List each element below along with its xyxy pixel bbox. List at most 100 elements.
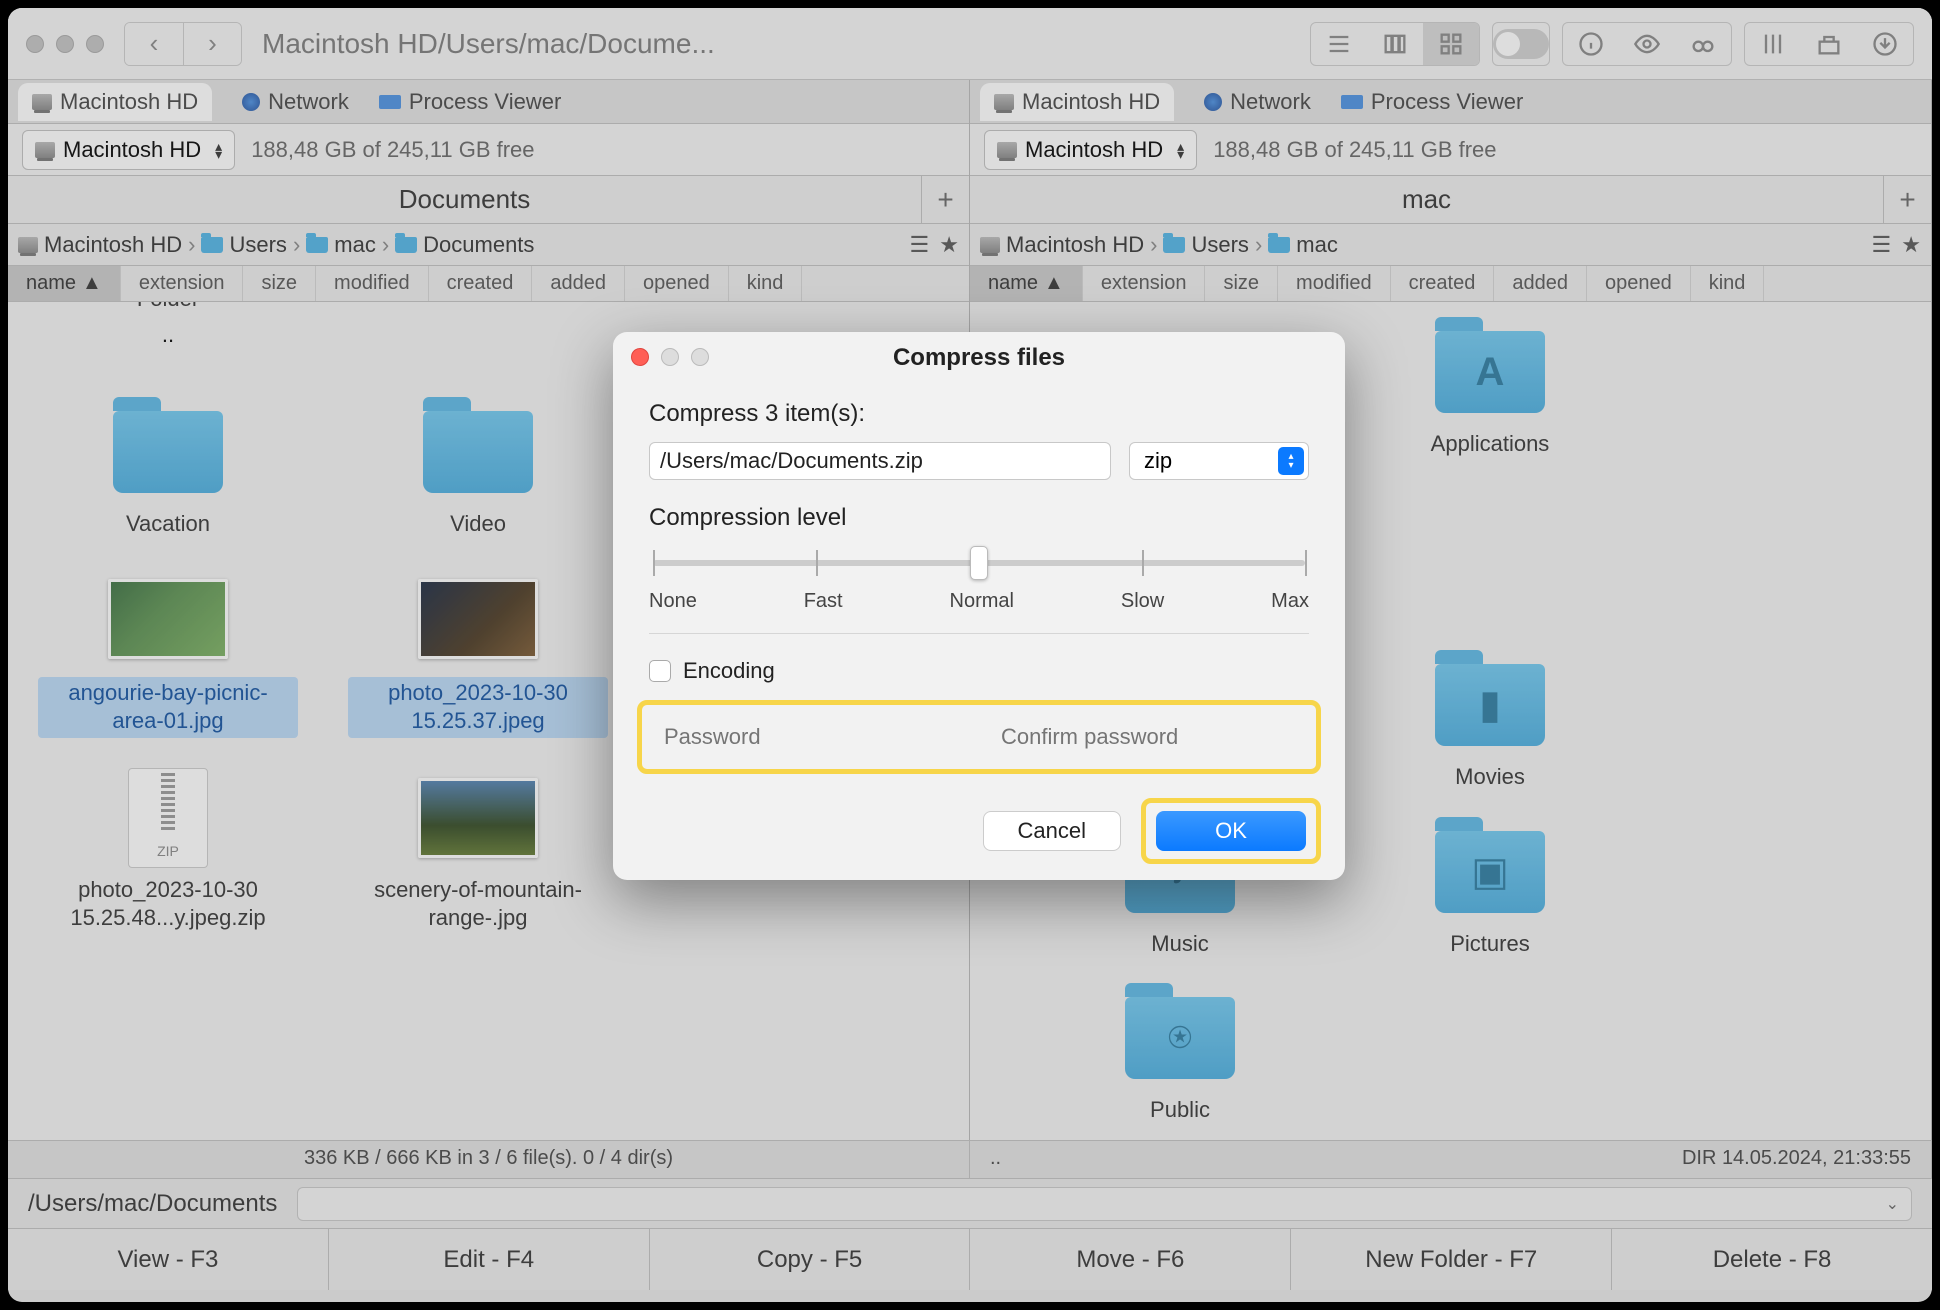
titlebar: ‹ › Macintosh HD/Users/mac/Docume...	[8, 8, 1932, 80]
disk-icon	[994, 94, 1014, 110]
breadcrumb: Macintosh HD› Users› mac ☰★	[970, 224, 1931, 266]
up-label: Folder	[137, 302, 199, 312]
compression-level-label: Compression level	[649, 504, 1309, 532]
cancel-button[interactable]: Cancel	[983, 811, 1121, 851]
volume-selector[interactable]: Macintosh HD▴▾	[22, 130, 235, 170]
file-item[interactable]: angourie-bay-picnic-area-01.jpg	[18, 569, 318, 738]
column-added[interactable]: added	[1494, 266, 1587, 301]
close-window-icon[interactable]	[26, 35, 44, 53]
file-item[interactable]: Video	[328, 402, 628, 539]
encoding-checkbox[interactable]	[649, 660, 671, 682]
password-highlight-box	[637, 700, 1321, 774]
folder-icon: ▣	[1435, 831, 1545, 913]
menu-icon[interactable]: ☰	[910, 232, 930, 258]
divider	[649, 633, 1309, 634]
column-created[interactable]: created	[429, 266, 533, 301]
file-item[interactable]: AApplications	[1340, 322, 1640, 459]
favorite-tab-network[interactable]: Network	[242, 89, 349, 115]
column-added[interactable]: added	[532, 266, 625, 301]
forward-button[interactable]: ›	[183, 23, 241, 65]
column-opened[interactable]: opened	[1587, 266, 1691, 301]
column-size[interactable]: size	[243, 266, 316, 301]
view-icons-icon[interactable]	[1423, 23, 1479, 65]
minimize-window-icon[interactable]	[56, 35, 74, 53]
file-item[interactable]: scenery-of-mountain-range-.jpg	[328, 768, 628, 933]
column-extension[interactable]: extension	[1083, 266, 1206, 301]
view-list-icon[interactable]	[1311, 23, 1367, 65]
fn-edit-button[interactable]: Edit - F4	[329, 1229, 650, 1290]
ok-button[interactable]: OK	[1156, 811, 1306, 851]
laptop-icon	[1341, 95, 1363, 109]
minimize-dialog-icon	[661, 348, 679, 366]
compression-slider[interactable]	[653, 560, 1305, 566]
format-selector[interactable]: zip	[1129, 442, 1309, 480]
column-kind[interactable]: kind	[729, 266, 803, 301]
binoculars-icon[interactable]	[1675, 23, 1731, 65]
nav-arrows: ‹ ›	[124, 22, 242, 66]
back-button[interactable]: ‹	[125, 23, 183, 65]
encoding-label: Encoding	[683, 658, 775, 684]
favorite-tab-macintosh-hd[interactable]: Macintosh HD	[980, 83, 1174, 121]
new-tab-button[interactable]: +	[1883, 176, 1931, 223]
file-item[interactable]: Vacation	[18, 402, 318, 539]
fn-move-button[interactable]: Move - F6	[970, 1229, 1291, 1290]
folder-icon: ⍟	[1125, 997, 1235, 1079]
preview-icon[interactable]	[1619, 23, 1675, 65]
disk-icon	[35, 142, 55, 158]
column-size[interactable]: size	[1205, 266, 1278, 301]
fn-copy-button[interactable]: Copy - F5	[650, 1229, 971, 1290]
zoom-dialog-icon	[691, 348, 709, 366]
zip-archive-icon: ZIP	[128, 768, 208, 868]
download-icon[interactable]	[1857, 23, 1913, 65]
close-dialog-icon[interactable]	[631, 348, 649, 366]
info-icon[interactable]	[1563, 23, 1619, 65]
globe-icon	[1204, 93, 1222, 111]
password-input[interactable]	[654, 715, 967, 759]
favorite-tab-process-viewer[interactable]: Process Viewer	[379, 89, 561, 115]
confirm-password-input[interactable]	[991, 715, 1304, 759]
file-item[interactable]: ⍟Public	[1030, 988, 1330, 1125]
star-icon[interactable]: ★	[939, 232, 959, 258]
globe-icon	[242, 93, 260, 111]
file-item[interactable]: ▣Pictures	[1340, 822, 1640, 959]
window-traffic-lights[interactable]	[26, 35, 104, 53]
favorite-tab-macintosh-hd[interactable]: Macintosh HD	[18, 83, 212, 121]
new-tab-button[interactable]: +	[921, 176, 969, 223]
disk-icon	[980, 237, 1000, 253]
star-icon[interactable]: ★	[1901, 232, 1921, 258]
menu-icon[interactable]: ☰	[1872, 232, 1892, 258]
slider-thumb[interactable]	[970, 546, 988, 580]
file-item[interactable]: photo_2023-10-30 15.25.37.jpeg	[328, 569, 628, 738]
column-opened[interactable]: opened	[625, 266, 729, 301]
favorite-tab-process-viewer[interactable]: Process Viewer	[1341, 89, 1523, 115]
view-columns-icon[interactable]	[1367, 23, 1423, 65]
fn-newfolder-button[interactable]: New Folder - F7	[1291, 1229, 1612, 1290]
image-thumbnail-icon	[108, 579, 228, 659]
chevron-updown-icon	[1278, 447, 1304, 475]
column-name[interactable]: name ▲	[8, 266, 121, 301]
fn-view-button[interactable]: View - F3	[8, 1229, 329, 1290]
share-icon[interactable]	[1801, 23, 1857, 65]
disk-icon	[32, 94, 52, 110]
column-modified[interactable]: modified	[1278, 266, 1391, 301]
folder-icon	[306, 237, 328, 253]
zoom-window-icon[interactable]	[86, 35, 104, 53]
favorite-tab-network[interactable]: Network	[1204, 89, 1311, 115]
path-dropdown[interactable]: ⌄	[297, 1187, 1912, 1221]
archive-path-input[interactable]	[649, 442, 1111, 480]
folder-icon	[395, 237, 417, 253]
column-extension[interactable]: extension	[121, 266, 244, 301]
compress-dialog: Compress files Compress 3 item(s): zip C…	[613, 332, 1345, 880]
fn-delete-button[interactable]: Delete - F8	[1612, 1229, 1932, 1290]
column-kind[interactable]: kind	[1691, 266, 1765, 301]
column-created[interactable]: created	[1391, 266, 1495, 301]
file-item[interactable]: ▮Movies	[1340, 655, 1640, 792]
volume-selector[interactable]: Macintosh HD▴▾	[984, 130, 1197, 170]
airdrop-icon[interactable]	[1745, 23, 1801, 65]
file-item[interactable]: ZIPphoto_2023-10-30 15.25.48...y.jpeg.zi…	[18, 768, 318, 933]
laptop-icon	[379, 95, 401, 109]
column-name[interactable]: name ▲	[970, 266, 1083, 301]
column-modified[interactable]: modified	[316, 266, 429, 301]
disk-icon	[997, 142, 1017, 158]
hidden-files-toggle[interactable]	[1493, 23, 1549, 65]
